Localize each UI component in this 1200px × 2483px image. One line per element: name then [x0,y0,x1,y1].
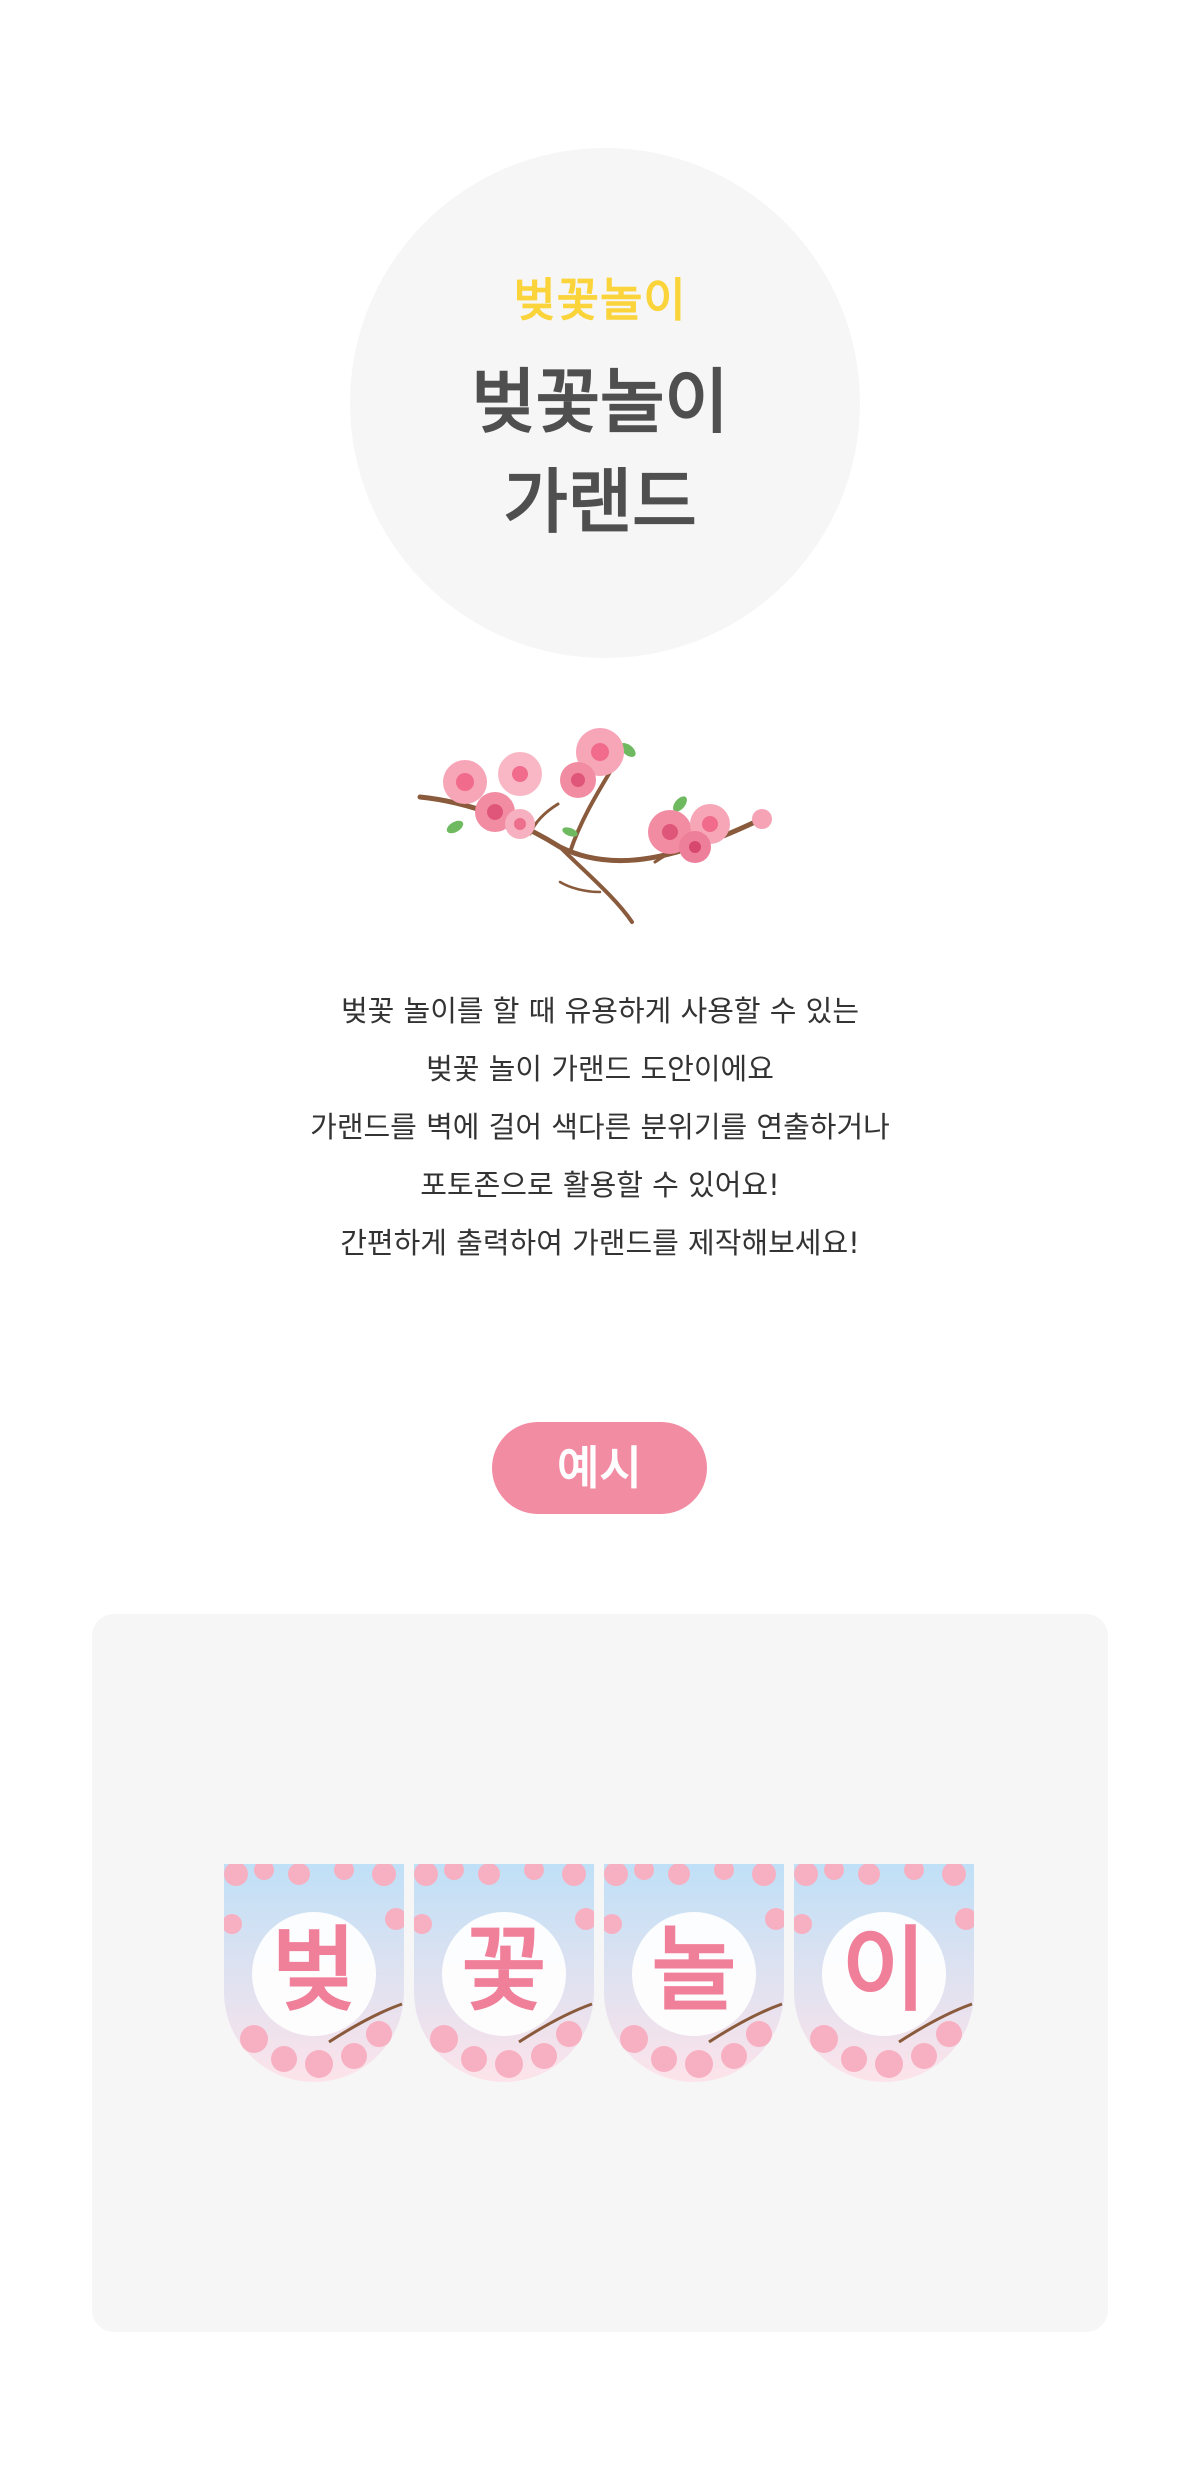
page-title-line-1: 벚꽃놀이 [471,361,729,443]
description-line: 간편하게 출력하여 가랜드를 제작해보세요! [340,1226,860,1260]
page-title-line-2: 가랜드 [503,461,697,543]
garland-flag-letter: 벚 [271,1917,357,2024]
page-title: 벚꽃놀이 가랜드 [0,352,1200,552]
cherry-blossom-branch-icon [410,712,790,932]
garland-flag-letter: 놀 [651,1917,737,2024]
garland-flag: 벚 [224,1864,404,2082]
description-line: 가랜드를 벽에 걸어 색다른 분위기를 연출하거나 [310,1110,890,1144]
garland-flag-letter: 이 [841,1917,927,2024]
description-line: 벚꽃 놀이를 할 때 유용하게 사용할 수 있는 [340,994,860,1028]
garland-flag: 이 [794,1864,974,2082]
garland-flag: 놀 [604,1864,784,2082]
garland-flag: 꽃 [414,1864,594,2082]
description-line: 벚꽃 놀이 가랜드 도안이에요 [426,1052,774,1086]
example-badge: 예시 [492,1422,707,1514]
description: 벚꽃 놀이를 할 때 유용하게 사용할 수 있는 벚꽃 놀이 가랜드 도안이에요… [0,982,1200,1272]
garland-flag-letter: 꽃 [461,1917,547,2024]
hero-eyebrow: 벚꽃놀이 [513,273,687,327]
garland-preview: 벚 꽃 놀 이 [224,1864,976,2086]
description-line: 포토존으로 활용할 수 있어요! [420,1168,780,1202]
